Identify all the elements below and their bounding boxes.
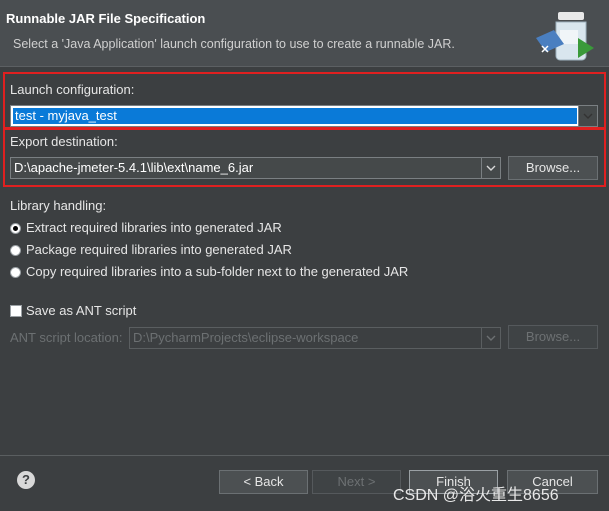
export-destination-label: Export destination: (10, 134, 118, 149)
back-button[interactable]: < Back (219, 470, 308, 494)
watermark-text: CSDN @浴火重生8656 (393, 487, 559, 504)
launch-configuration-value: test - myjava_test (15, 108, 117, 123)
chevron-down-icon[interactable] (578, 106, 597, 126)
ant-location-value: D:\PycharmProjects\eclipse-workspace (133, 330, 359, 345)
save-as-ant-checkbox[interactable] (10, 305, 22, 317)
help-icon[interactable]: ? (17, 471, 35, 489)
ant-location-label: ANT script location: (10, 330, 123, 345)
chevron-down-icon[interactable] (481, 158, 500, 178)
radio-label: Extract required libraries into generate… (26, 220, 282, 235)
page-title: Runnable JAR File Specification (6, 11, 206, 26)
export-destination-combo[interactable]: D:\apache-jmeter-5.4.1\lib\ext\name_6.ja… (10, 157, 501, 179)
save-as-ant-label[interactable]: Save as ANT script (26, 303, 136, 318)
ant-browse-button[interactable]: Browse... (508, 325, 598, 349)
wizard-jar-icon (536, 12, 594, 61)
radio-button[interactable] (10, 245, 21, 256)
radio-button[interactable] (10, 223, 21, 234)
ant-location-combo[interactable]: D:\PycharmProjects\eclipse-workspace (129, 327, 501, 349)
wizard-header: Runnable JAR File Specification Select a… (0, 0, 609, 67)
launch-configuration-label: Launch configuration: (10, 82, 135, 97)
page-description: Select a 'Java Application' launch confi… (13, 37, 455, 51)
chevron-down-icon[interactable] (481, 328, 500, 348)
radio-label: Package required libraries into generate… (26, 242, 292, 257)
export-browse-button[interactable]: Browse... (508, 156, 598, 180)
radio-button[interactable] (10, 267, 21, 278)
radio-label: Copy required libraries into a sub-folde… (26, 264, 409, 279)
library-handling-label: Library handling: (10, 198, 107, 213)
footer-divider (0, 455, 609, 456)
launch-configuration-select[interactable]: test - myjava_test (10, 105, 598, 127)
next-button[interactable]: Next > (312, 470, 401, 494)
export-destination-value: D:\apache-jmeter-5.4.1\lib\ext\name_6.ja… (14, 160, 254, 175)
